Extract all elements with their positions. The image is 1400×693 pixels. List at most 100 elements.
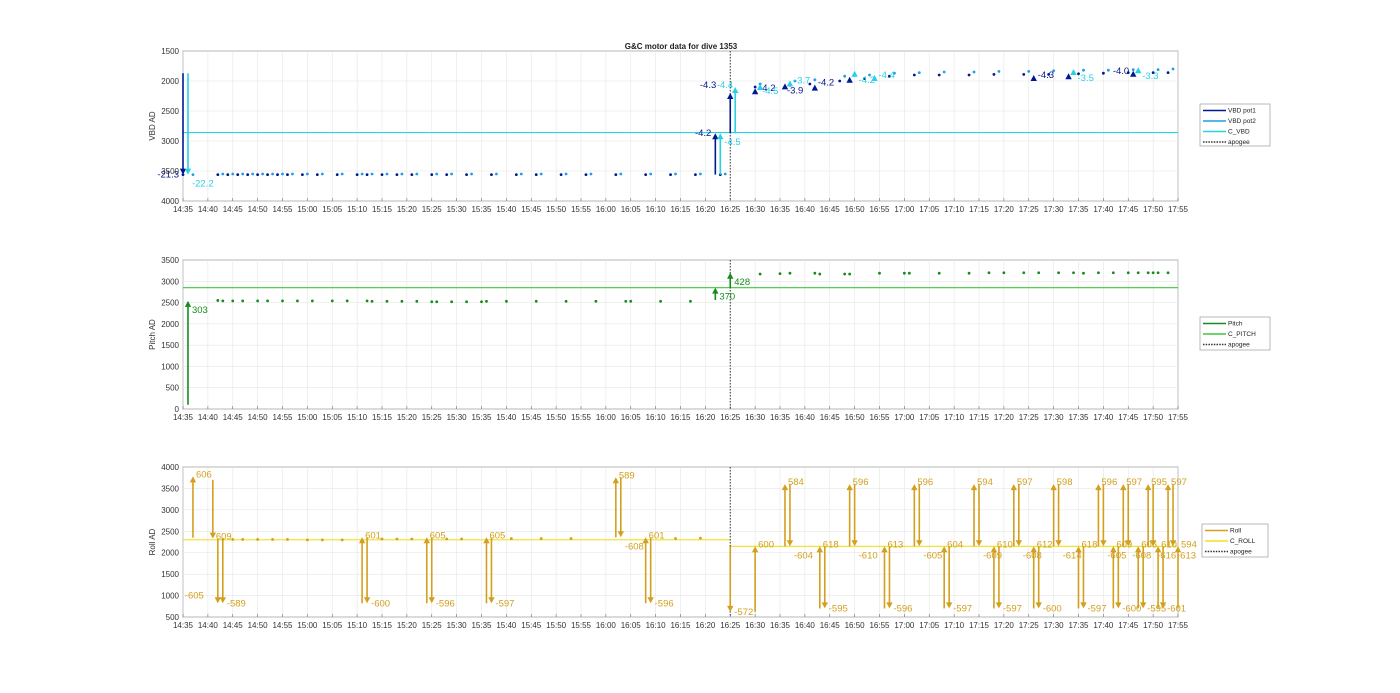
x-tick-label: 16:55 bbox=[869, 413, 890, 422]
legend-label: VBD pot1 bbox=[1228, 108, 1256, 115]
y-tick-label: 3000 bbox=[161, 506, 179, 515]
x-tick-label: 15:05 bbox=[322, 621, 343, 630]
y-axis-label: Roll AD bbox=[148, 528, 157, 555]
data-point bbox=[813, 271, 817, 275]
subplots: 1500 2000 2500 3000 3500 4000 14:35 14:40 14:45 1… bbox=[148, 47, 1271, 630]
legend-label: Pitch bbox=[1228, 321, 1243, 328]
y-tick-label: 1500 bbox=[161, 341, 179, 350]
x-tick-label: 15:50 bbox=[546, 205, 567, 214]
x-tick-label: 16:55 bbox=[869, 205, 890, 214]
arrow-label: -596 bbox=[655, 598, 674, 609]
data-point bbox=[778, 272, 782, 276]
x-tick-label: 16:10 bbox=[646, 621, 667, 630]
arrow-label: -4.0 bbox=[1113, 66, 1129, 77]
data-point bbox=[460, 537, 463, 541]
y-axis-label: Pitch AD bbox=[148, 319, 157, 350]
y-tick-label: 3500 bbox=[161, 484, 179, 493]
data-point bbox=[261, 172, 264, 176]
x-tick-label: 16:30 bbox=[745, 205, 766, 214]
data-point bbox=[286, 173, 289, 177]
data-point bbox=[1022, 271, 1026, 275]
data-point bbox=[385, 172, 389, 176]
data-point bbox=[271, 172, 274, 176]
x-tick-label: 17:40 bbox=[1093, 205, 1114, 214]
data-point bbox=[699, 536, 702, 540]
data-point bbox=[430, 300, 434, 304]
x-tick-label: 16:50 bbox=[845, 621, 866, 630]
x-tick-label: 16:35 bbox=[770, 621, 791, 630]
data-point bbox=[564, 172, 568, 176]
data-point bbox=[534, 299, 538, 303]
arrow-label: -4.5 bbox=[724, 137, 740, 148]
y-tick-label: 1500 bbox=[161, 570, 179, 579]
x-tick-label: 15:20 bbox=[397, 205, 418, 214]
x-tick-label: 15:25 bbox=[422, 413, 443, 422]
data-point bbox=[843, 272, 847, 276]
subplot-2: 050010001500200025003000350014:35 14:40 14… bbox=[148, 256, 1271, 422]
data-point bbox=[430, 173, 434, 177]
y-tick-label: 1500 bbox=[161, 47, 179, 56]
data-point bbox=[450, 172, 454, 176]
x-tick-label: 15:35 bbox=[471, 205, 492, 214]
x-tick-label: 17:10 bbox=[944, 621, 965, 630]
data-point bbox=[470, 172, 473, 176]
x-tick-label: 15:30 bbox=[447, 205, 468, 214]
x-tick-label: 17:05 bbox=[919, 621, 940, 630]
x-tick-label: 14:40 bbox=[198, 205, 219, 214]
data-point bbox=[1106, 68, 1110, 72]
arrow-label: -608 bbox=[1132, 550, 1151, 561]
y-tick-label: 1000 bbox=[161, 362, 179, 371]
data-point bbox=[485, 299, 488, 303]
data-point bbox=[241, 299, 245, 303]
arrow-label: -3.7 bbox=[794, 75, 810, 86]
legend: Roll C_ROLLapogee bbox=[1201, 523, 1269, 558]
x-tick-label: 17:15 bbox=[969, 621, 990, 630]
x-tick-label: 17:45 bbox=[1118, 205, 1139, 214]
x-tick-label: 15:45 bbox=[521, 621, 542, 630]
y-tick-label: 2000 bbox=[161, 77, 179, 86]
x-tick-label: 16:15 bbox=[670, 621, 691, 630]
arrow-label: -3.3 bbox=[1142, 71, 1158, 82]
data-point bbox=[614, 173, 618, 177]
data-point bbox=[340, 172, 344, 176]
x-tick-label: 15:40 bbox=[496, 413, 517, 422]
x-tick-label: 17:05 bbox=[919, 205, 940, 214]
x-tick-label: 15:50 bbox=[546, 621, 567, 630]
x-tick-label: 14:40 bbox=[198, 413, 219, 422]
data-point bbox=[256, 538, 260, 541]
data-point bbox=[838, 79, 842, 83]
data-point bbox=[1002, 271, 1006, 275]
data-point bbox=[1111, 271, 1115, 275]
data-point bbox=[415, 299, 419, 303]
data-point bbox=[1166, 71, 1170, 74]
data-point bbox=[813, 78, 817, 82]
x-tick-label: 15:40 bbox=[496, 621, 517, 630]
data-point bbox=[1171, 67, 1175, 71]
figure-title: G&C motor data for dive 1353 bbox=[625, 42, 738, 51]
data-point bbox=[216, 173, 220, 177]
data-point bbox=[266, 173, 269, 177]
y-tick-label: 1000 bbox=[161, 592, 179, 601]
data-point bbox=[1057, 271, 1060, 275]
data-point bbox=[659, 299, 662, 303]
x-tick-label: 16:05 bbox=[621, 205, 642, 214]
data-point bbox=[345, 299, 349, 303]
x-tick-label: 15:00 bbox=[297, 621, 318, 630]
data-point bbox=[480, 300, 483, 304]
legend-label: apogee bbox=[1228, 139, 1250, 146]
x-tick-label: 15:15 bbox=[372, 413, 393, 422]
data-point bbox=[415, 172, 419, 176]
arrow-label: -4.3 bbox=[1038, 70, 1054, 81]
x-tick-label: 16:50 bbox=[845, 205, 866, 214]
data-point bbox=[1101, 71, 1105, 75]
data-point bbox=[1027, 70, 1031, 73]
x-tick-label: 17:20 bbox=[994, 621, 1015, 630]
arrow-label: -589 bbox=[227, 598, 246, 609]
arrow-label: -595 bbox=[829, 603, 848, 614]
x-tick-label: 17:20 bbox=[994, 205, 1015, 214]
data-point bbox=[584, 173, 588, 177]
data-point bbox=[256, 173, 260, 177]
data-point bbox=[360, 172, 364, 176]
x-tick-label: 17:00 bbox=[894, 413, 915, 422]
data-point bbox=[395, 173, 399, 177]
